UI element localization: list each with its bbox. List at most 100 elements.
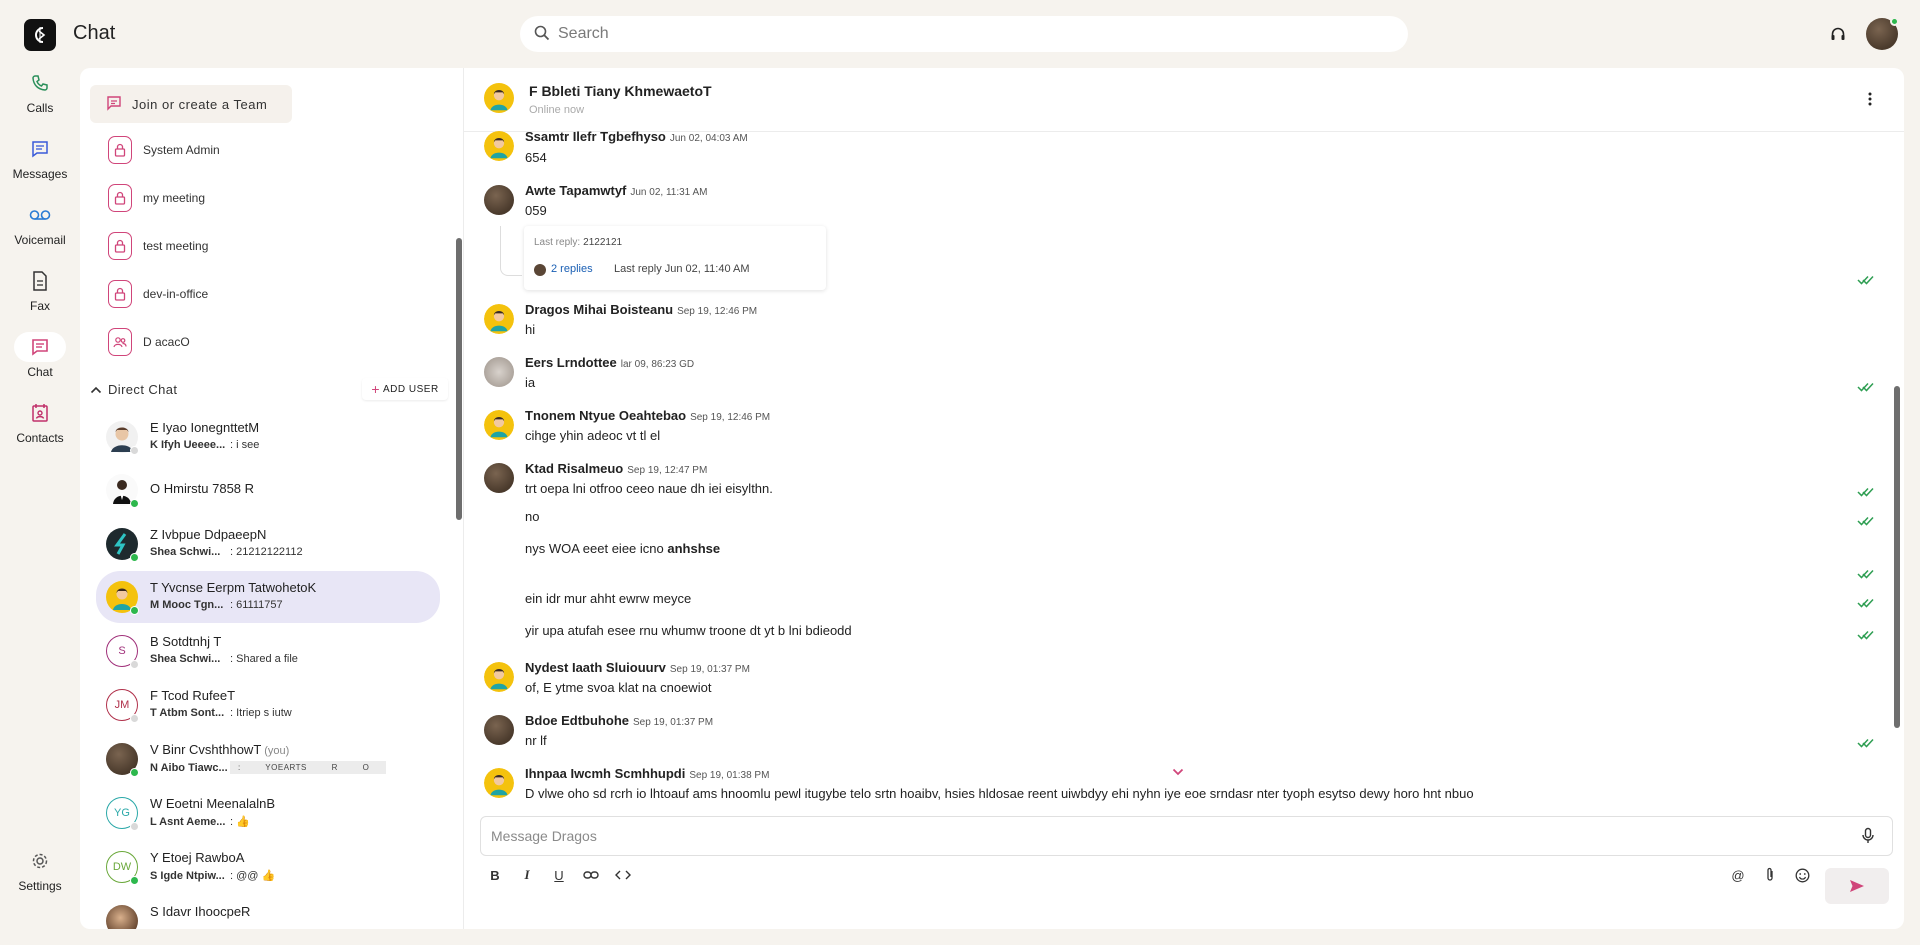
preview-sender: T Atbm Sont... <box>150 707 225 719</box>
contact-item[interactable]: E Iyao IonegnttetM K Ifyh Ueeee...: i se… <box>96 411 440 463</box>
status-dot <box>130 822 139 831</box>
last-reply-value: 2122121 <box>583 237 623 248</box>
avatar <box>484 463 514 493</box>
contact-item[interactable]: DW Y Etoej RawboA S Igde Ntpiw...: @@ 👍 <box>96 841 440 893</box>
preview-text: : Itriep s iutw <box>230 707 292 719</box>
sidebar-scrollbar-thumb[interactable] <box>456 238 462 520</box>
chat-partner-status: Online now <box>529 104 585 116</box>
preview-sender: M Mooc Tgn... <box>150 599 224 611</box>
team-item[interactable]: test meeting <box>108 231 208 261</box>
contact-name: O Hmirstu 7858 R <box>150 481 255 496</box>
author-name: Ktad Risalmeuo <box>525 461 624 476</box>
team-item[interactable]: dev-in-office <box>108 279 208 309</box>
message-author: Bdoe Edtbuhohe Sep 19, 01:37 PM <box>525 713 713 728</box>
add-user-button[interactable]: + ADD USER <box>362 378 448 400</box>
contact-item[interactable]: S Idavr IhoocpeR <box>96 895 440 929</box>
author-name: Awte Tapamwtyf <box>525 183 627 198</box>
at-icon: @ <box>1731 867 1745 883</box>
message-composer[interactable] <box>480 816 1893 856</box>
message-author: Eers Lrndottee lar 09, 86:23 GD <box>525 355 694 370</box>
contact-preview: K Ifyh Ueeee...: i see <box>150 439 259 451</box>
thread-summary-card[interactable]: Last reply: 2122121 2 replies Last reply … <box>524 226 826 290</box>
preview-text: : Shared a file <box>230 653 298 665</box>
preview-sender: Shea Schwi... <box>150 546 221 558</box>
contact-preview: Shea Schwi...: Shared a file <box>150 653 298 665</box>
search-bar[interactable] <box>520 16 1408 52</box>
last-reply-time: Last reply Jun 02, 11:40 AM <box>614 263 750 275</box>
contact-item[interactable]: V Binr CvshthhowT (you) N Aibo Tiawc...: … <box>96 733 440 785</box>
nav-chat[interactable]: Chat <box>0 332 80 379</box>
message-time: Sep 19, 01:38 PM <box>689 770 770 781</box>
message-text: no <box>525 509 540 524</box>
message-time: Sep 19, 12:46 PM <box>677 306 758 317</box>
chat-scrollbar-thumb[interactable] <box>1894 386 1900 728</box>
nav-label: Messages <box>12 167 68 181</box>
nav-voicemail[interactable]: Voicemail <box>0 200 80 247</box>
nav-fax[interactable]: Fax <box>0 266 80 313</box>
message-input[interactable] <box>491 828 1791 844</box>
nav-calls[interactable]: Calls <box>0 68 80 115</box>
contact-item[interactable]: Z Ivbpue DdpaeepN Shea Schwi...: 2121212… <box>96 518 440 570</box>
contact-item[interactable]: S B Sotdtnhj T Shea Schwi...: Shared a f… <box>96 625 440 677</box>
team-item[interactable]: D acacO <box>108 327 190 357</box>
gear-icon <box>14 846 66 876</box>
message-author: Dragos Mihai Boisteanu Sep 19, 12:46 PM <box>525 302 757 317</box>
avatar <box>484 715 514 745</box>
team-item[interactable]: System Admin <box>108 135 220 165</box>
contact-item[interactable]: O Hmirstu 7858 R <box>96 464 440 516</box>
link-button[interactable] <box>580 864 602 886</box>
chat-partner-avatar <box>484 83 514 113</box>
message-time: lar 09, 86:23 GD <box>620 359 695 370</box>
avatar <box>484 410 514 440</box>
avatar <box>484 357 514 387</box>
message-author: Nydest Iaath Sluiouurv Sep 19, 01:37 PM <box>525 660 750 675</box>
contact-name: F Tcod RufeeT <box>150 688 236 703</box>
user-avatar[interactable] <box>1866 17 1899 50</box>
message-author: Ihnpaa Iwcmh Scmhhupdi Sep 19, 01:38 PM <box>525 766 769 781</box>
emoji-icon <box>1795 868 1809 882</box>
italic-button[interactable]: I <box>516 864 538 886</box>
microphone-icon[interactable] <box>1861 827 1875 848</box>
message-time: Sep 19, 12:46 PM <box>690 412 771 423</box>
nav-contacts[interactable]: Contacts <box>0 398 80 445</box>
nav-messages[interactable]: Messages <box>0 134 80 181</box>
message-text: 059 <box>525 203 547 218</box>
underline-button[interactable]: U <box>548 864 570 886</box>
online-status-dot <box>1890 17 1899 26</box>
message-text-bold: anhshse <box>667 541 721 556</box>
chevron-up-icon[interactable] <box>90 383 102 398</box>
contact-item[interactable]: JM F Tcod RufeeT T Atbm Sont...: Itriep … <box>96 679 440 731</box>
headset-icon[interactable] <box>1828 24 1848 44</box>
left-navigation: Calls Messages Voicemail Fax Chat Contac… <box>0 68 80 945</box>
more-options-icon[interactable] <box>1864 90 1876 108</box>
contact-item[interactable]: YG W Eoetni MeenalalnB L Asnt Aeme...: 👍 <box>96 787 440 839</box>
message-time: Sep 19, 01:37 PM <box>633 717 714 728</box>
join-team-button[interactable]: Join or create a Team <box>90 85 292 123</box>
contact-item-selected[interactable]: T Yvcnse Eerpm TatwohetoK M Mooc Tgn...:… <box>96 571 440 623</box>
last-reply-label: Last reply: <box>534 237 581 248</box>
team-item[interactable]: my meeting <box>108 183 205 213</box>
bold-button[interactable]: B <box>484 864 506 886</box>
you-label: (you) <box>264 745 290 757</box>
status-dot <box>130 606 139 615</box>
nav-settings[interactable]: Settings <box>0 846 80 893</box>
app-logo-icon[interactable] <box>24 19 56 51</box>
preview-text: : 61111757 <box>230 599 283 611</box>
plus-icon: + <box>371 381 380 397</box>
replies-link[interactable]: 2 replies <box>551 263 593 275</box>
code-button[interactable] <box>612 864 634 886</box>
lock-icon <box>108 136 132 164</box>
contact-name-text: V Binr CvshthhowT <box>150 742 262 757</box>
preview-text: : 👍 <box>230 816 250 828</box>
author-name: Ssamtr Ilefr Tgbefhyso <box>525 129 666 144</box>
app-title: Chat <box>73 22 116 44</box>
attach-button[interactable] <box>1759 864 1781 886</box>
nav-label: Chat <box>27 365 53 379</box>
search-input[interactable] <box>558 25 1358 43</box>
emoji-button[interactable] <box>1791 864 1813 886</box>
send-button[interactable] <box>1825 868 1889 904</box>
chevron-down-icon[interactable] <box>1170 764 1186 780</box>
contact-preview: S Igde Ntpiw...: @@ 👍 <box>150 869 275 882</box>
status-dot <box>130 768 139 777</box>
mention-button[interactable]: @ <box>1727 864 1749 886</box>
